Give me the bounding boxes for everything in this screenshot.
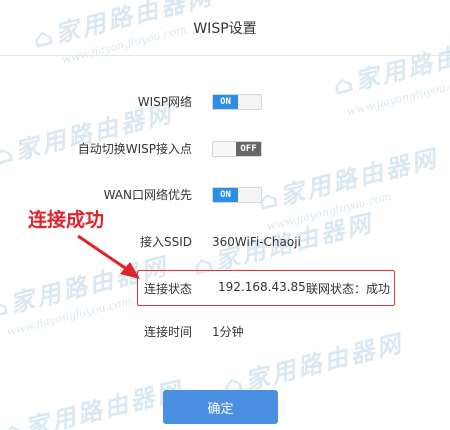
annotation-arrow-icon	[77, 234, 140, 279]
confirm-button[interactable]: 确定	[163, 390, 278, 424]
